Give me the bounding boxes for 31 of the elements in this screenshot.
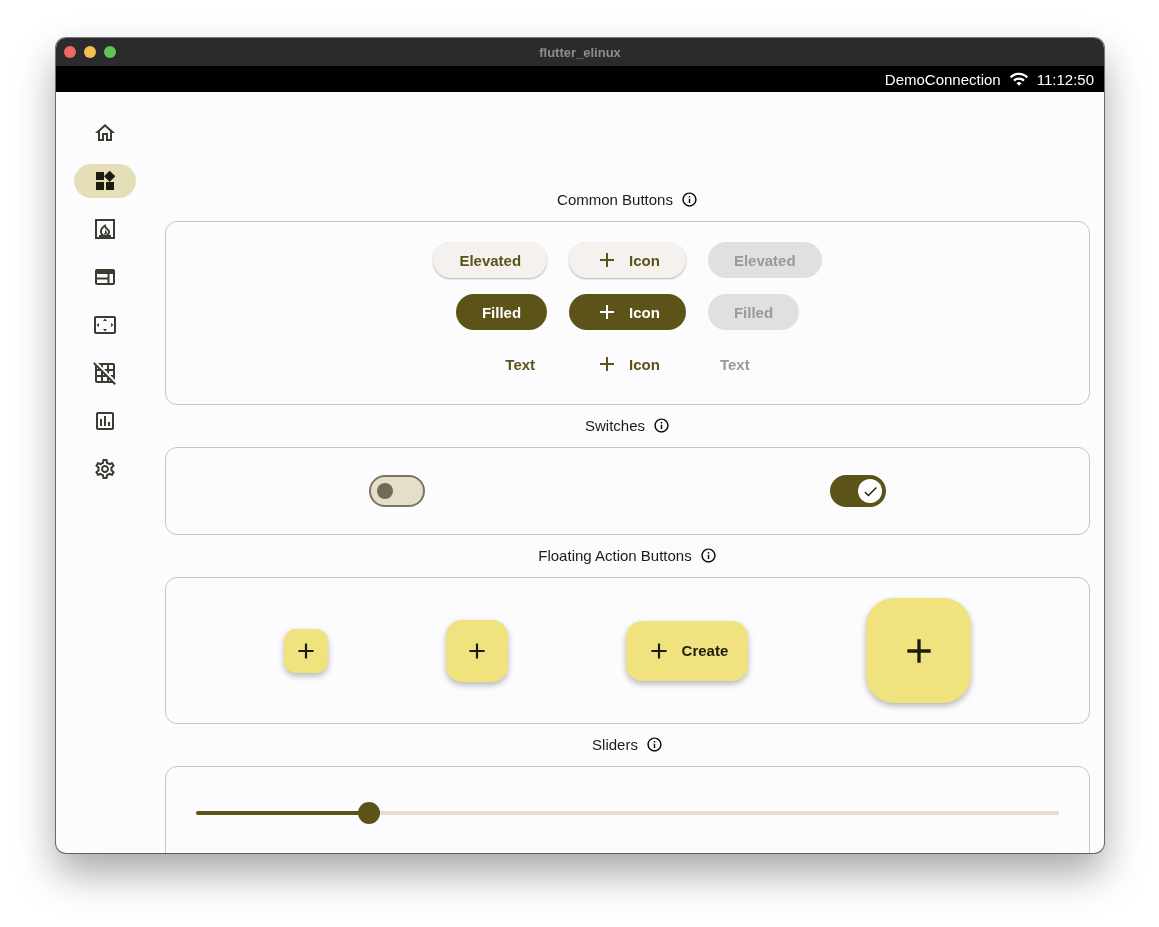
- small-fab[interactable]: [283, 628, 328, 673]
- filled-button[interactable]: Icon: [569, 294, 686, 330]
- nav-item[interactable]: [73, 164, 136, 198]
- text-button[interactable]: Text: [493, 346, 548, 382]
- info-icon[interactable]: [653, 417, 670, 434]
- extended-fab[interactable]: Create: [625, 620, 749, 681]
- filled-button[interactable]: Filled: [455, 294, 548, 330]
- network-name: DemoConnection: [884, 70, 1001, 88]
- section-title: Switches: [585, 417, 645, 434]
- section-title: Floating Action Buttons: [538, 547, 692, 564]
- info-icon[interactable]: [645, 736, 663, 753]
- grid-off-icon: [92, 361, 117, 385]
- slider-thumb[interactable]: [357, 802, 380, 824]
- switch-thumb: [376, 483, 393, 499]
- info-icon[interactable]: [680, 191, 698, 208]
- elevated-button[interactable]: Icon: [569, 242, 686, 278]
- elevated-button[interactable]: Elevated: [433, 242, 548, 278]
- spacing-icon: [92, 313, 117, 337]
- clock: 11:12:50: [1036, 70, 1094, 88]
- section-title: Sliders: [592, 736, 638, 753]
- toggle-switch[interactable]: [368, 475, 425, 507]
- section-title: Common Buttons: [557, 191, 673, 208]
- zoom-button[interactable]: [104, 46, 116, 58]
- info-icon[interactable]: [699, 547, 717, 564]
- toggle-switch[interactable]: [830, 475, 887, 507]
- text-button[interactable]: Icon: [583, 346, 672, 382]
- fireplace-icon: [92, 217, 117, 241]
- settings-icon: [92, 457, 117, 481]
- close-button[interactable]: [64, 46, 76, 58]
- minimize-button[interactable]: [84, 46, 96, 58]
- window-title: flutter_elinux: [539, 44, 621, 60]
